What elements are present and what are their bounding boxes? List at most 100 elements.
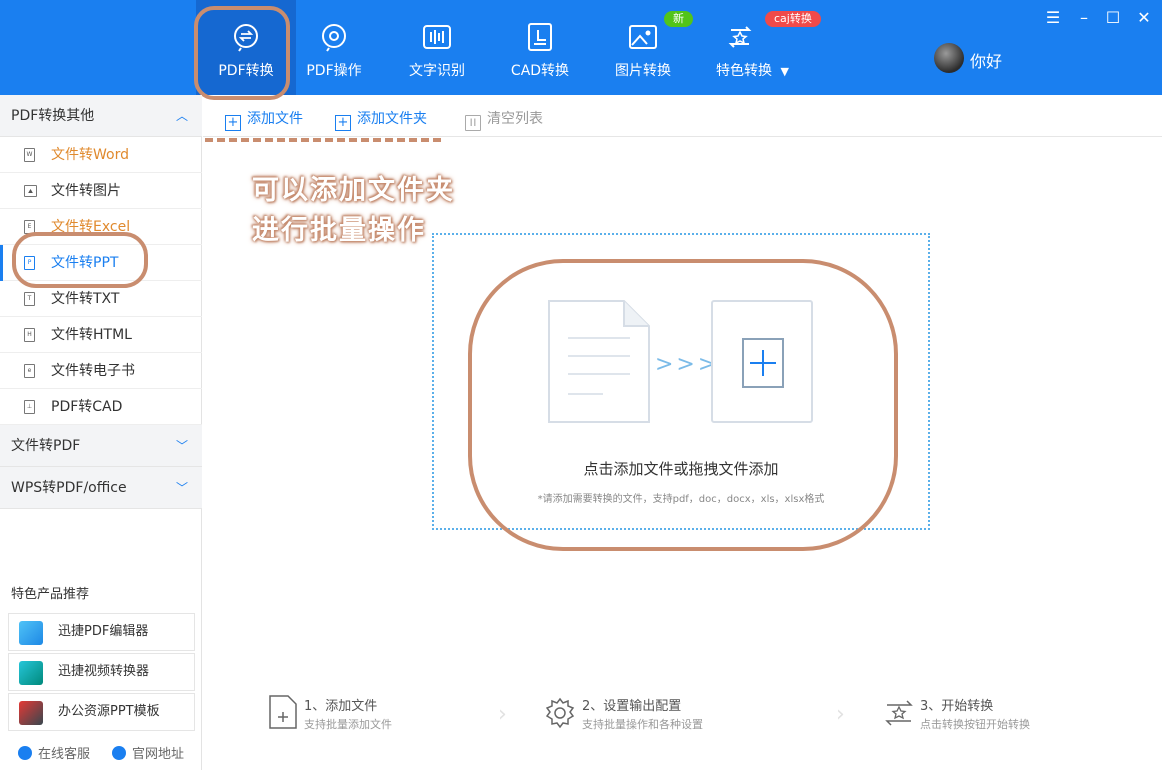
html-file-icon: H bbox=[24, 328, 35, 342]
promo-pdf-editor[interactable]: 迅捷PDF编辑器 bbox=[8, 613, 195, 651]
ocr-icon bbox=[423, 25, 451, 49]
cad-file-icon: ⊥ bbox=[24, 400, 35, 414]
tool-label: CAD转换 bbox=[510, 63, 570, 79]
new-badge: 新 bbox=[664, 11, 693, 27]
step-desc: 点击转换按钮开始转换 bbox=[920, 718, 1030, 731]
menu-icon[interactable]: ☰ bbox=[1043, 8, 1063, 28]
sidebar-item-to-word[interactable]: W 文件转Word bbox=[0, 137, 202, 173]
sidebar: PDF转换其他 ︿ W 文件转Word ⛰ 文件转图片 E 文件转Excel P… bbox=[0, 95, 202, 770]
annotation-line-2: 进行批量操作 bbox=[252, 215, 426, 246]
sidebar-item-label: 文件转PPT bbox=[51, 255, 119, 271]
section-label: PDF转换其他 bbox=[11, 108, 95, 124]
add-file-button[interactable]: + 添加文件 bbox=[225, 108, 303, 131]
promo-label: 迅捷视频转换器 bbox=[58, 664, 150, 679]
video-converter-icon bbox=[19, 661, 43, 685]
official-site-link[interactable]: 官网地址 bbox=[112, 743, 184, 762]
top-navigation-bar: PDF转换 PDF操作 文字识别 CAD转换 图片转换 特色转换 ▼ 新 caj… bbox=[0, 0, 1162, 100]
tool-label: PDF转换 bbox=[218, 63, 274, 79]
pdf-operate-icon bbox=[322, 24, 346, 52]
maximize-icon[interactable]: ☐ bbox=[1103, 8, 1123, 28]
special-icon bbox=[728, 26, 752, 48]
convert-star-icon bbox=[885, 700, 913, 726]
toolbar: + 添加文件 + 添加文件夹 ıı 清空列表 bbox=[203, 95, 1162, 137]
section-label: 文件转PDF bbox=[11, 438, 81, 454]
caret-down-icon: ▼ bbox=[780, 65, 789, 78]
sidebar-section-pdf-convert-other[interactable]: PDF转换其他 ︿ bbox=[0, 95, 202, 137]
sidebar-section-file-to-pdf[interactable]: 文件转PDF ﹀ bbox=[0, 425, 202, 467]
service-label: 在线客服 bbox=[38, 747, 91, 762]
tool-label: PDF操作 bbox=[306, 63, 362, 79]
excel-file-icon: E bbox=[24, 220, 35, 234]
website-label: 官网地址 bbox=[132, 747, 185, 762]
sidebar-item-label: 文件转Word bbox=[51, 147, 129, 163]
section-label: WPS转PDF/office bbox=[11, 480, 127, 496]
plus-icon bbox=[742, 338, 784, 388]
annotation-line-1: 可以添加文件夹 bbox=[252, 175, 455, 206]
image-file-icon: ⛰ bbox=[24, 185, 37, 197]
cad-icon bbox=[528, 23, 552, 51]
add-file-icon: + bbox=[225, 115, 241, 131]
file-drop-zone[interactable] bbox=[432, 233, 930, 530]
add-file-step-icon bbox=[269, 695, 297, 729]
add-file-label: 添加文件 bbox=[247, 111, 303, 127]
avatar[interactable] bbox=[934, 43, 964, 73]
ebook-file-icon: e bbox=[24, 364, 35, 378]
image-icon bbox=[629, 25, 657, 49]
arrows-icon: >>> bbox=[655, 352, 720, 377]
highlight-dash-underline bbox=[205, 138, 441, 142]
sidebar-item-to-image[interactable]: ⛰ 文件转图片 bbox=[0, 173, 202, 209]
sidebar-item-label: 文件转TXT bbox=[51, 291, 120, 307]
promo-video-converter[interactable]: 迅捷视频转换器 bbox=[8, 653, 195, 691]
step-separator-icon: › bbox=[498, 702, 507, 727]
sidebar-item-to-ppt[interactable]: P 文件转PPT bbox=[0, 245, 202, 281]
trash-icon: ıı bbox=[465, 115, 481, 131]
clear-list-button[interactable]: ıı 清空列表 bbox=[465, 108, 543, 131]
ie-icon bbox=[112, 746, 126, 760]
drop-zone-formats: *请添加需要转换的文件，支持pdf，doc，docx，xls，xlsx格式 bbox=[537, 494, 825, 505]
minimize-icon[interactable]: – bbox=[1074, 8, 1094, 28]
document-illustration-icon bbox=[548, 300, 650, 423]
add-target-card[interactable] bbox=[711, 300, 813, 423]
chevron-down-icon: ﹀ bbox=[175, 439, 188, 453]
tool-special-label: 特色转换 bbox=[716, 63, 772, 79]
tool-ocr[interactable]: 文字识别 bbox=[387, 0, 487, 95]
step-desc: 支持批量添加文件 bbox=[304, 718, 392, 731]
tool-pdf-operate[interactable]: PDF操作 bbox=[284, 0, 384, 95]
pdf-editor-icon bbox=[19, 621, 43, 645]
add-folder-icon: + bbox=[335, 115, 351, 131]
sidebar-item-label: 文件转电子书 bbox=[51, 363, 135, 379]
sidebar-section-wps[interactable]: WPS转PDF/office ﹀ bbox=[0, 467, 202, 509]
step-title: 1、添加文件 bbox=[304, 699, 378, 714]
sidebar-item-label: 文件转Excel bbox=[51, 219, 131, 235]
add-folder-label: 添加文件夹 bbox=[357, 111, 427, 127]
word-file-icon: W bbox=[24, 148, 35, 162]
step-desc: 支持批量操作和各种设置 bbox=[582, 718, 703, 731]
step-separator-icon: › bbox=[836, 702, 845, 727]
sidebar-item-to-txt[interactable]: T 文件转TXT bbox=[0, 281, 202, 317]
add-folder-button[interactable]: + 添加文件夹 bbox=[335, 108, 427, 131]
clear-list-label: 清空列表 bbox=[487, 111, 543, 127]
sidebar-item-to-ebook[interactable]: e 文件转电子书 bbox=[0, 353, 202, 389]
username[interactable]: 你好 bbox=[970, 48, 1002, 72]
sidebar-item-to-excel[interactable]: E 文件转Excel bbox=[0, 209, 202, 245]
promo-label: 办公资源PPT模板 bbox=[58, 704, 160, 719]
txt-file-icon: T bbox=[24, 292, 35, 306]
tool-label: 文字识别 bbox=[409, 63, 465, 79]
drop-zone-instruction: 点击添加文件或拖拽文件添加 bbox=[583, 460, 779, 478]
sidebar-footer: 在线客服 官网地址 bbox=[0, 735, 202, 770]
step-title: 2、设置输出配置 bbox=[582, 699, 682, 714]
ppt-file-icon: P bbox=[24, 256, 35, 270]
tool-pdf-convert[interactable]: PDF转换 bbox=[196, 0, 296, 95]
promo-ppt-templates[interactable]: 办公资源PPT模板 bbox=[8, 693, 195, 731]
online-service-link[interactable]: 在线客服 bbox=[18, 743, 90, 762]
close-icon[interactable]: ✕ bbox=[1134, 8, 1154, 28]
gear-icon bbox=[546, 697, 575, 729]
tool-label: 特色转换 ▼ bbox=[696, 60, 806, 80]
tool-cad[interactable]: CAD转换 bbox=[490, 0, 590, 95]
chevron-up-icon: ︿ bbox=[175, 109, 188, 123]
pdf-convert-icon bbox=[234, 24, 258, 52]
promo-title: 特色产品推荐 bbox=[11, 587, 90, 602]
sidebar-item-pdf-to-cad[interactable]: ⊥ PDF转CAD bbox=[0, 389, 202, 425]
sidebar-item-to-html[interactable]: H 文件转HTML bbox=[0, 317, 202, 353]
sidebar-item-label: PDF转CAD bbox=[51, 399, 123, 415]
